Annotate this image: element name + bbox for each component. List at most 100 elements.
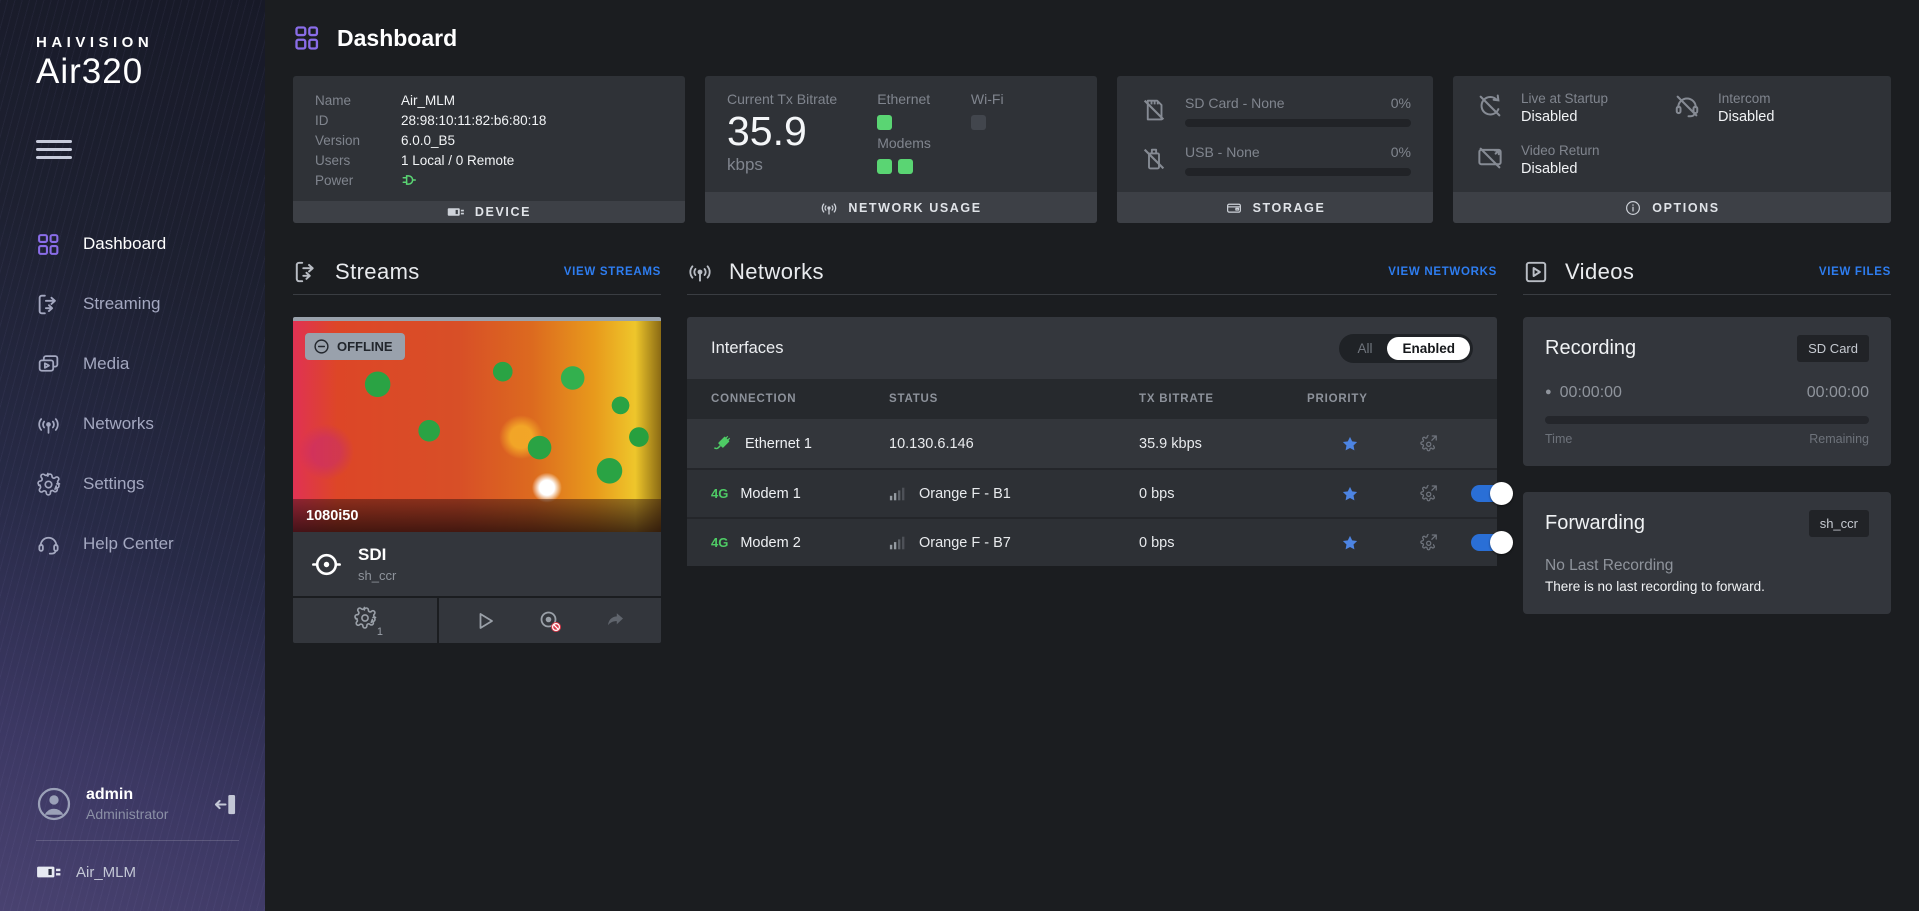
priority-star-button[interactable] bbox=[1307, 435, 1393, 453]
interface-settings-button[interactable] bbox=[1393, 533, 1465, 552]
stream-config-button[interactable]: 1 bbox=[293, 598, 439, 643]
priority-star-button[interactable] bbox=[1307, 485, 1393, 503]
options-card-footer[interactable]: OPTIONS bbox=[1453, 192, 1891, 223]
table-row: 4G Modem 2 Orange F - B7 0 bps bbox=[687, 517, 1497, 566]
network-usage-body: Current Tx Bitrate 35.9 kbps Ethernet Mo… bbox=[705, 76, 1097, 192]
star-icon bbox=[1341, 534, 1359, 552]
recording-card: Recording SD Card ●00:00:00 00:00:00 Tim… bbox=[1523, 317, 1891, 466]
dashboard-icon bbox=[293, 24, 321, 52]
usb-content: USB - None 0% bbox=[1185, 144, 1411, 176]
sidebar-item-media[interactable]: Media bbox=[0, 334, 265, 394]
sidebar-item-settings[interactable]: Settings bbox=[0, 454, 265, 514]
gear-arrow-icon bbox=[1420, 533, 1439, 552]
usb-progress-bar bbox=[1185, 168, 1411, 176]
col-status: STATUS bbox=[889, 393, 1139, 405]
video-return-label: Video Return bbox=[1521, 143, 1600, 158]
recording-remaining-label: Remaining bbox=[1809, 432, 1869, 446]
device-id-value: 28:98:10:11:82:b6:80:18 bbox=[401, 111, 546, 131]
interfaces-panel-header: Interfaces All Enabled bbox=[687, 317, 1497, 379]
filter-all-button[interactable]: All bbox=[1342, 337, 1387, 360]
priority-star-button[interactable] bbox=[1307, 534, 1393, 552]
network-usage-footer[interactable]: NETWORK USAGE bbox=[705, 192, 1097, 223]
tx-bitrate-block: Current Tx Bitrate 35.9 kbps bbox=[727, 91, 837, 182]
usb-row: USB - None 0% bbox=[1139, 144, 1411, 176]
tx-bitrate-label: Current Tx Bitrate bbox=[727, 91, 837, 107]
interface-name: Modem 1 bbox=[740, 486, 800, 502]
streams-body: OFFLINE 1080i50 SDI sh_ccr bbox=[293, 317, 661, 643]
device-name: Air_MLM bbox=[76, 864, 136, 881]
device-card-body: NameAir_MLM ID28:98:10:11:82:b6:80:18 Ve… bbox=[293, 76, 685, 201]
storage-footer-label: STORAGE bbox=[1253, 201, 1326, 215]
sd-card-disabled-icon bbox=[1139, 95, 1169, 125]
networks-icon bbox=[36, 412, 61, 437]
stream-card[interactable]: OFFLINE 1080i50 SDI sh_ccr bbox=[293, 317, 661, 643]
usb-label: USB - None bbox=[1185, 144, 1260, 160]
networks-section: Networks VIEW NETWORKS Interfaces All En… bbox=[687, 249, 1497, 911]
interface-settings-button[interactable] bbox=[1393, 434, 1465, 453]
sd-card-percent: 0% bbox=[1391, 95, 1411, 111]
view-streams-link[interactable]: VIEW STREAMS bbox=[564, 266, 661, 278]
brand-model: Air320 bbox=[36, 52, 265, 92]
logout-icon[interactable] bbox=[212, 791, 239, 818]
device-name-label: Name bbox=[315, 91, 401, 111]
col-tx-bitrate: TX BITRATE bbox=[1139, 393, 1307, 405]
gear-icon bbox=[353, 606, 377, 630]
interface-enabled-toggle[interactable] bbox=[1471, 534, 1511, 551]
main-content: Dashboard NameAir_MLM ID28:98:10:11:82:b… bbox=[265, 0, 1919, 911]
play-stream-button[interactable] bbox=[473, 609, 497, 633]
view-networks-link[interactable]: VIEW NETWORKS bbox=[1388, 266, 1497, 278]
interfaces-panel: Interfaces All Enabled CONNECTION STATUS… bbox=[687, 317, 1497, 566]
modem1-status-square bbox=[877, 159, 892, 174]
ethernet-status-square bbox=[877, 115, 892, 130]
live-at-startup-label: Live at Startup bbox=[1521, 91, 1608, 106]
power-plug-icon bbox=[401, 171, 419, 189]
resolution-label: 1080i50 bbox=[293, 499, 661, 532]
sidebar-item-networks[interactable]: Networks bbox=[0, 394, 265, 454]
page-header: Dashboard bbox=[293, 0, 1891, 76]
page-title: Dashboard bbox=[337, 25, 457, 52]
interface-name: Ethernet 1 bbox=[745, 436, 812, 452]
sd-card-label: SD Card - None bbox=[1185, 95, 1285, 111]
sidebar-item-dashboard[interactable]: Dashboard bbox=[0, 214, 265, 274]
encoder-device-icon bbox=[447, 203, 465, 221]
offline-label: OFFLINE bbox=[337, 339, 393, 354]
sidebar-footer: admin Administrator Air_MLM bbox=[0, 786, 265, 911]
sidebar-item-label: Media bbox=[83, 354, 129, 374]
storage-card-footer[interactable]: STORAGE bbox=[1117, 192, 1433, 223]
ethernet-plug-icon bbox=[711, 433, 733, 455]
storage-card-body: SD Card - None 0% USB - None 0% bbox=[1117, 76, 1433, 192]
device-users-value: 1 Local / 0 Remote bbox=[401, 151, 514, 171]
streams-icon bbox=[293, 259, 319, 285]
networks-icon bbox=[687, 259, 713, 285]
star-icon bbox=[1341, 485, 1359, 503]
hamburger-menu-icon[interactable] bbox=[36, 140, 72, 164]
storage-drive-icon bbox=[1225, 199, 1243, 217]
col-connection: CONNECTION bbox=[711, 393, 889, 405]
interface-enabled-toggle[interactable] bbox=[1471, 485, 1511, 502]
wifi-block: Wi-Fi bbox=[971, 91, 1004, 182]
forward-stream-button[interactable] bbox=[603, 609, 627, 633]
interface-name: Modem 2 bbox=[740, 535, 800, 551]
recording-time: 00:00:00 bbox=[1560, 384, 1622, 401]
filter-enabled-button[interactable]: Enabled bbox=[1387, 337, 1470, 360]
antenna-icon bbox=[820, 199, 838, 217]
recording-progress-bar bbox=[1545, 416, 1869, 424]
stream-thumbnail[interactable]: OFFLINE 1080i50 bbox=[293, 317, 661, 532]
sidebar-item-help-center[interactable]: Help Center bbox=[0, 514, 265, 574]
interface-settings-button[interactable] bbox=[1393, 484, 1465, 503]
device-id-label: ID bbox=[315, 111, 401, 131]
signal-bars-icon bbox=[889, 485, 907, 503]
sidebar-item-streaming[interactable]: Streaming bbox=[0, 274, 265, 334]
tx-bitrate-unit: kbps bbox=[727, 155, 837, 175]
view-files-link[interactable]: VIEW FILES bbox=[1819, 266, 1891, 278]
wifi-label: Wi-Fi bbox=[971, 91, 1004, 107]
gear-count-badge: 1 bbox=[377, 626, 383, 638]
modem2-status-square bbox=[898, 159, 913, 174]
signal-bars-icon bbox=[889, 534, 907, 552]
network-usage-footer-label: NETWORK USAGE bbox=[848, 201, 981, 215]
device-name-value: Air_MLM bbox=[401, 91, 455, 111]
device-card-footer[interactable]: DEVICE bbox=[293, 201, 685, 223]
recording-remaining: 00:00:00 bbox=[1807, 384, 1869, 402]
forwarding-status: No Last Recording bbox=[1545, 557, 1869, 575]
record-disabled-button[interactable] bbox=[538, 609, 562, 633]
